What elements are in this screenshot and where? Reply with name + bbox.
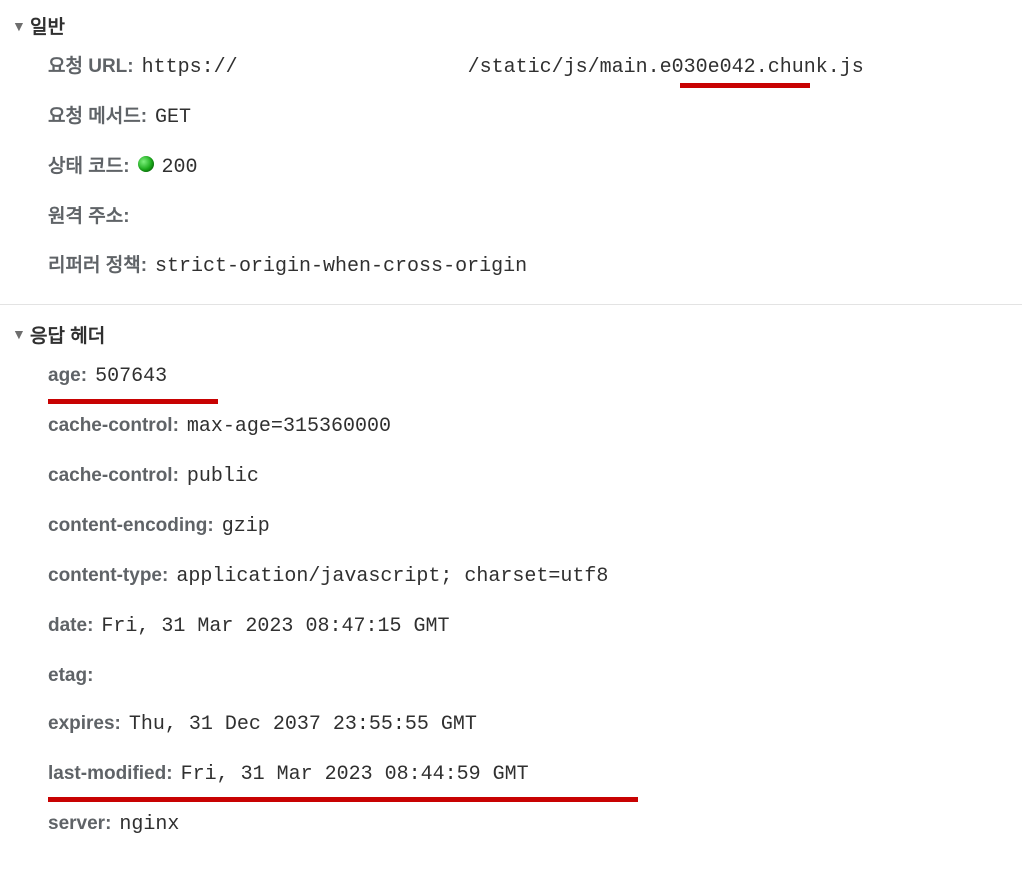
status-ok-icon xyxy=(138,156,154,172)
etag-label: etag xyxy=(48,662,93,691)
content-encoding-label: content-encoding xyxy=(48,512,214,541)
section-divider xyxy=(0,304,1022,305)
content-encoding-value: gzip xyxy=(222,512,270,542)
disclosure-triangle-icon: ▼ xyxy=(12,327,26,341)
age-label: age xyxy=(48,362,87,391)
response-headers-section: ▼ 응답 헤더 age 507643 cache-control max-age… xyxy=(0,319,1022,857)
expires-row: expires Thu, 31 Dec 2037 23:55:55 GMT xyxy=(48,700,1022,750)
status-code-value: 200 xyxy=(162,153,198,183)
general-section-body: 요청 URL https:// /static/js/main.e030e042… xyxy=(0,41,1022,298)
cache-control-row: cache-control max-age=315360000 xyxy=(48,402,1022,452)
content-type-label: content-type xyxy=(48,562,168,591)
date-value: Fri, 31 Mar 2023 08:47:15 GMT xyxy=(101,612,449,642)
cache-control-label: cache-control xyxy=(48,412,179,441)
request-method-label: 요청 메서드 xyxy=(48,103,147,132)
annotation-underline xyxy=(680,83,810,88)
content-type-row: content-type application/javascript; cha… xyxy=(48,552,1022,602)
referrer-policy-row: 리퍼러 정책 strict-origin-when-cross-origin xyxy=(48,242,1022,292)
general-section-title: 일반 xyxy=(30,12,65,39)
content-encoding-row: content-encoding gzip xyxy=(48,502,1022,552)
expires-value: Thu, 31 Dec 2037 23:55:55 GMT xyxy=(129,710,477,740)
request-url-row: 요청 URL https:// /static/js/main.e030e042… xyxy=(48,43,1022,93)
status-code-label: 상태 코드 xyxy=(48,153,130,182)
referrer-policy-value: strict-origin-when-cross-origin xyxy=(155,252,527,282)
server-row: server nginx xyxy=(48,800,1022,850)
response-headers-section-body: age 507643 cache-control max-age=3153600… xyxy=(0,350,1022,857)
disclosure-triangle-icon: ▼ xyxy=(12,19,26,33)
request-url-label: 요청 URL xyxy=(48,53,134,82)
status-code-row: 상태 코드 200 xyxy=(48,143,1022,193)
response-headers-section-header[interactable]: ▼ 응답 헤더 xyxy=(0,319,1022,350)
age-value: 507643 xyxy=(95,362,167,392)
cache-control-label: cache-control xyxy=(48,462,179,491)
request-method-row: 요청 메서드 GET xyxy=(48,93,1022,143)
age-row: age 507643 xyxy=(48,352,1022,402)
request-method-value: GET xyxy=(155,103,191,133)
server-label: server xyxy=(48,810,111,839)
last-modified-row: last-modified Fri, 31 Mar 2023 08:44:59 … xyxy=(48,750,1022,800)
remote-address-label: 원격 주소 xyxy=(48,203,130,232)
date-label: date xyxy=(48,612,93,641)
last-modified-value: Fri, 31 Mar 2023 08:44:59 GMT xyxy=(181,760,529,790)
cache-control-value: max-age=315360000 xyxy=(187,412,391,442)
last-modified-label: last-modified xyxy=(48,760,173,789)
content-type-value: application/javascript; charset=utf8 xyxy=(176,562,608,592)
remote-address-row: 원격 주소 xyxy=(48,193,1022,242)
response-headers-section-title: 응답 헤더 xyxy=(30,321,105,348)
request-url-value-suffix: /static/js/main.e030e042.chunk.js xyxy=(468,53,864,83)
server-value: nginx xyxy=(119,810,179,840)
referrer-policy-label: 리퍼러 정책 xyxy=(48,252,147,281)
date-row: date Fri, 31 Mar 2023 08:47:15 GMT xyxy=(48,602,1022,652)
etag-row: etag xyxy=(48,652,1022,701)
expires-label: expires xyxy=(48,710,121,739)
request-url-value-prefix: https:// xyxy=(142,53,238,83)
cache-control-value: public xyxy=(187,462,259,492)
general-section-header[interactable]: ▼ 일반 xyxy=(0,10,1022,41)
general-section: ▼ 일반 요청 URL https:// /static/js/main.e03… xyxy=(0,10,1022,298)
cache-control-row: cache-control public xyxy=(48,452,1022,502)
